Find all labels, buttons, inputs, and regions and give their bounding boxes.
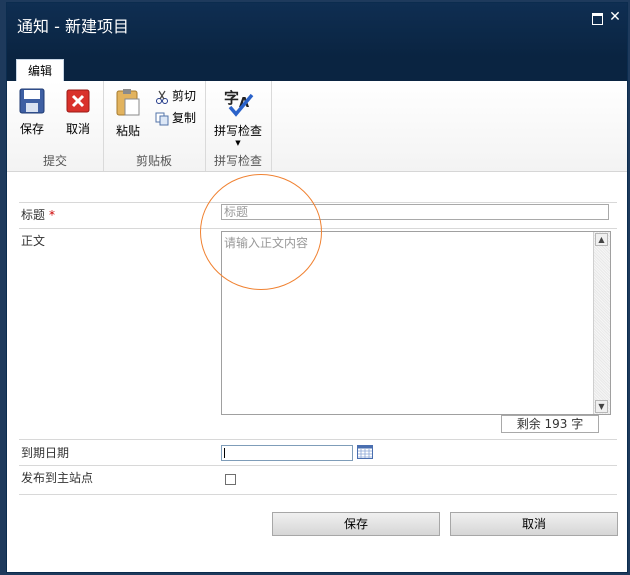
ribbon: 保存 取消 提交 粘贴 剪切 复制 剪贴板 字 A 拼写检查 ▼ 拼写检查 xyxy=(7,81,627,172)
copy-ribbon-label: 复制 xyxy=(172,111,197,125)
ribbon-tabstrip: 编辑 xyxy=(7,57,627,82)
dialog-titlebar: 通知 - 新建项目 ✕ xyxy=(7,3,627,57)
svg-text:字: 字 xyxy=(224,89,239,107)
copy-ribbon-button[interactable]: 复制 xyxy=(155,109,196,127)
due-date-input[interactable] xyxy=(221,445,353,461)
save-icon xyxy=(19,88,45,114)
body-scrollbar[interactable]: ▲ ▼ xyxy=(593,232,610,414)
cancel-ribbon-label: 取消 xyxy=(65,122,90,136)
scroll-down-icon[interactable]: ▼ xyxy=(595,400,608,413)
paste-icon xyxy=(116,89,140,116)
close-icon[interactable]: ✕ xyxy=(609,10,621,24)
publish-row: 发布到主站点 xyxy=(19,465,617,495)
paste-ribbon-button[interactable]: 粘贴 xyxy=(109,87,147,139)
required-mark: * xyxy=(49,208,56,222)
body-placeholder: 请输入正文内容 xyxy=(224,236,309,250)
maximize-icon[interactable] xyxy=(592,13,603,25)
save-ribbon-button[interactable]: 保存 xyxy=(13,87,51,137)
publish-checkbox[interactable] xyxy=(225,474,236,485)
cut-icon xyxy=(156,90,168,104)
scroll-up-icon[interactable]: ▲ xyxy=(595,233,608,246)
ribbon-group-submit-label: 提交 xyxy=(42,154,67,168)
cut-ribbon-button[interactable]: 剪切 xyxy=(155,87,196,105)
dialog-title: 通知 - 新建项目 xyxy=(17,17,129,36)
save-ribbon-label: 保存 xyxy=(19,122,44,136)
chevron-down-icon: ▼ xyxy=(235,139,241,147)
title-input[interactable]: 标题 xyxy=(221,204,609,220)
cancel-button[interactable]: 取消 xyxy=(450,512,618,536)
cut-ribbon-label: 剪切 xyxy=(172,89,197,103)
ribbon-group-clipboard: 粘贴 剪切 复制 剪贴板 xyxy=(103,81,206,171)
paste-ribbon-label: 粘贴 xyxy=(115,124,140,138)
cancel-icon xyxy=(66,89,90,113)
spellcheck-ribbon-label: 拼写检查 xyxy=(213,124,262,138)
tab-edit[interactable]: 编辑 xyxy=(16,59,64,82)
body-field-label: 正文 xyxy=(21,234,46,248)
remaining-characters: 剩余 193 字 xyxy=(501,415,599,433)
copy-icon xyxy=(155,112,169,125)
ribbon-group-clipboard-label: 剪贴板 xyxy=(135,154,172,168)
cancel-ribbon-button[interactable]: 取消 xyxy=(59,87,97,137)
body-textarea[interactable]: 请输入正文内容 ▲ ▼ xyxy=(221,231,611,415)
publish-label: 发布到主站点 xyxy=(21,471,94,485)
save-button[interactable]: 保存 xyxy=(272,512,440,536)
spellcheck-icon: 字 A xyxy=(224,89,254,117)
due-date-label: 到期日期 xyxy=(21,446,70,460)
new-item-dialog: 通知 - 新建项目 ✕ 编辑 保存 取消 提交 粘贴 剪切 复制 剪贴板 字 A… xyxy=(6,2,628,573)
calendar-icon[interactable] xyxy=(357,445,373,459)
ribbon-group-spelling-label: 拼写检查 xyxy=(213,154,262,168)
title-field-label: 标题 * xyxy=(21,208,56,222)
ribbon-group-spelling: 字 A 拼写检查 ▼ 拼写检查 xyxy=(205,81,272,171)
ribbon-group-submit: 保存 取消 提交 xyxy=(7,81,104,171)
spellcheck-ribbon-button[interactable]: 字 A 拼写检查 ▼ xyxy=(213,87,263,147)
